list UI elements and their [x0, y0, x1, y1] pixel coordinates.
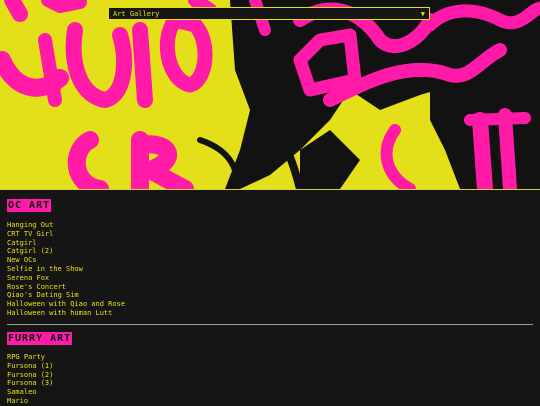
section-title-text: OC ART	[7, 199, 52, 212]
section-title-furry-art: FURRY ART	[7, 332, 73, 345]
section-divider	[7, 324, 533, 325]
list-item[interactable]: Hanging Out	[7, 221, 125, 230]
section-title-text: FURRY ART	[7, 332, 73, 345]
list-item[interactable]: Samaleo	[7, 388, 53, 397]
list-item[interactable]: Fursona (3)	[7, 379, 53, 388]
list-item[interactable]: Halloween with human Lutt	[7, 309, 125, 318]
banner-graffiti-art	[0, 0, 540, 189]
list-item[interactable]: Serena Fox	[7, 274, 125, 283]
list-item[interactable]: Catgirl (2)	[7, 247, 125, 256]
list-item[interactable]: Qiao's Dating Sim	[7, 291, 125, 300]
furry-art-list: RPG Party Fursona (1) Fursona (2) Furson…	[7, 353, 53, 406]
list-item[interactable]: New OCs	[7, 256, 125, 265]
list-item[interactable]: CRT TV Girl	[7, 230, 125, 239]
list-item[interactable]: Mario	[7, 397, 53, 406]
gallery-dropdown[interactable]: Art Gallery ▼	[108, 7, 430, 20]
banner-divider-line	[0, 189, 540, 190]
list-item[interactable]: Fursona (2)	[7, 371, 53, 380]
chevron-down-icon: ▼	[420, 10, 425, 18]
oc-art-list: Hanging Out CRT TV Girl Catgirl Catgirl …	[7, 221, 125, 318]
section-title-oc-art: OC ART	[7, 199, 52, 212]
list-item[interactable]: Rose's Concert	[7, 283, 125, 292]
hero-banner-artwork	[0, 0, 540, 189]
list-item[interactable]: Fursona (1)	[7, 362, 53, 371]
list-item[interactable]: Catgirl	[7, 239, 125, 248]
gallery-dropdown-value: Art Gallery	[113, 10, 160, 18]
list-item[interactable]: Halloween with Qiao and Rose	[7, 300, 125, 309]
list-item[interactable]: Selfie in the Show	[7, 265, 125, 274]
list-item[interactable]: RPG Party	[7, 353, 53, 362]
